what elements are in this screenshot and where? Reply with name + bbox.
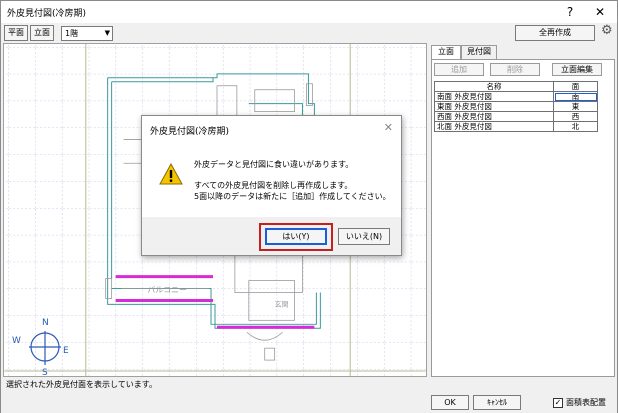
dialog-close-button[interactable]: ✕ [384, 121, 393, 134]
compass-north: N [42, 318, 49, 328]
ok-button[interactable]: OK [431, 395, 469, 410]
chevron-down-icon: ▼ [104, 29, 110, 37]
row-face[interactable]: 北 [553, 121, 598, 132]
side-panel: 立面 見付図 追加 削除 立面編集 名称 面 南面 外皮見付図 南 東面 外皮見… [431, 43, 615, 377]
warning-icon [159, 163, 183, 185]
balcony-label: バルコニー [147, 286, 187, 295]
floor-select-value: 1階 [65, 29, 79, 38]
regenerate-all-button[interactable]: 全再作成 [515, 25, 595, 41]
tab-mitsuke[interactable]: 見付図 [461, 45, 497, 59]
tab-elevation[interactable]: 立面 [431, 45, 461, 60]
entrance-label: 玄関 [275, 299, 289, 308]
area-table-label: 面積表配置 [566, 398, 606, 407]
column-header-face: 面 [553, 81, 598, 92]
delete-button[interactable]: 削除 [490, 63, 540, 76]
row-name: 北面 外皮見付図 [434, 121, 554, 132]
dialog-message-line3: 5面以降のデータは新たに［追加］作成してください。 [194, 192, 391, 201]
row-name: 南面 外皮見付図 [434, 91, 554, 102]
compass-west: W [12, 336, 21, 346]
dialog-message-line1: 外皮データと見付図に食い違いがあります。 [194, 160, 354, 169]
compass-east: E [63, 346, 69, 356]
compass-icon: N E S W [12, 318, 69, 378]
elevation-view-button[interactable]: 立面 [30, 25, 54, 41]
column-header-name: 名称 [434, 81, 554, 92]
table-row[interactable]: 南面 外皮見付図 南 [434, 91, 598, 102]
window-title: 外皮見付図(冷房期) [7, 9, 87, 19]
edit-elevation-button[interactable]: 立面編集 [552, 63, 602, 76]
app-window: 外皮見付図(冷房期) ? ✕ 平面 立面 1階 ▼ 全再作成 ⚙ バルコニー 玄… [0, 0, 618, 413]
dialog-footer: はい(Y) いいえ(N) [142, 217, 401, 255]
gear-icon[interactable]: ⚙ [601, 24, 615, 38]
close-button[interactable]: ✕ [585, 1, 615, 23]
area-table-checkbox[interactable]: ✓ [553, 398, 563, 408]
add-button[interactable]: 追加 [434, 63, 484, 76]
no-button[interactable]: いいえ(N) [338, 228, 390, 245]
dialog-message-line2: すべての外皮見付図を削除し再作成します。 [194, 181, 353, 190]
yes-button[interactable]: はい(Y) [265, 228, 327, 245]
cancel-button[interactable]: ｷｬﾝｾﾙ [473, 395, 521, 410]
bottom-bar: OK ｷｬﾝｾﾙ ✓ 面積表配置 [1, 393, 617, 413]
row-name: 東面 外皮見付図 [434, 101, 554, 112]
status-bar: 選択された外皮見付面を表示しています。 [3, 378, 427, 392]
toolbar: 平面 立面 1階 ▼ 全再作成 [1, 23, 617, 43]
elevation-table: 名称 面 南面 外皮見付図 南 東面 外皮見付図 東 西面 外皮見付図 西 北面… [434, 81, 598, 132]
row-name: 西面 外皮見付図 [434, 111, 554, 122]
title-bar: 外皮見付図(冷房期) ? ✕ [1, 1, 617, 23]
row-face[interactable]: 西 [553, 111, 598, 122]
table-row[interactable]: 北面 外皮見付図 北 [434, 121, 598, 132]
table-row[interactable]: 東面 外皮見付図 東 [434, 101, 598, 112]
compass-south: S [42, 368, 48, 378]
row-face[interactable]: 南 [553, 91, 598, 102]
plan-view-button[interactable]: 平面 [4, 25, 28, 41]
elevation-panel: 追加 削除 立面編集 名称 面 南面 外皮見付図 南 東面 外皮見付図 東 西面… [431, 59, 615, 377]
floor-select[interactable]: 1階 ▼ [61, 26, 113, 41]
table-header-row: 名称 面 [434, 81, 598, 92]
table-row[interactable]: 西面 外皮見付図 西 [434, 111, 598, 122]
dialog-title: 外皮見付図(冷房期) [150, 127, 230, 137]
confirm-dialog: 外皮見付図(冷房期) ✕ 外皮データと見付図に食い違いがあります。 すべての外皮… [141, 115, 402, 256]
row-face[interactable]: 東 [553, 101, 598, 112]
help-button[interactable]: ? [555, 1, 585, 23]
